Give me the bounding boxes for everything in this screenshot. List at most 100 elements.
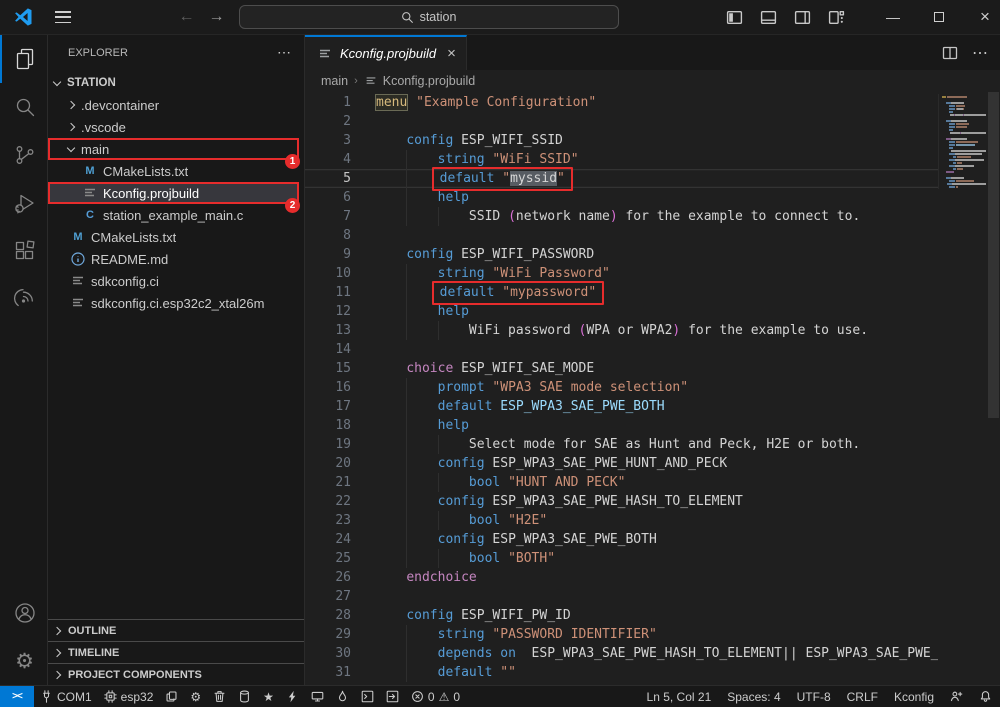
- code-line-20[interactable]: 20 config ESP_WPA3_SAE_PWE_HUNT_AND_PECK: [305, 454, 938, 473]
- line-number: 28: [305, 606, 375, 625]
- build-button[interactable]: [232, 686, 257, 707]
- code-line-14[interactable]: 14: [305, 340, 938, 359]
- account-icon[interactable]: [0, 589, 47, 637]
- select-flash-button[interactable]: ★: [257, 686, 280, 707]
- customize-layout-icon[interactable]: [828, 9, 845, 26]
- explorer-item-station[interactable]: STATION: [48, 72, 299, 94]
- menu-icon[interactable]: [55, 11, 71, 23]
- code-line-1[interactable]: 1menu "Example Configuration": [305, 93, 938, 112]
- code-line-5[interactable]: 5 default "myssid": [305, 169, 938, 188]
- minimize-button[interactable]: —: [878, 9, 908, 25]
- explorer-item-readme-md[interactable]: README.md: [48, 248, 299, 270]
- forward-icon[interactable]: →: [209, 9, 225, 25]
- espressif-idf-tab-icon[interactable]: [0, 275, 47, 323]
- code-line-15[interactable]: 15 choice ESP_WIFI_SAE_MODE: [305, 359, 938, 378]
- notifications-bell-icon[interactable]: [971, 686, 1000, 707]
- explorer-item-kconfig-projbuild[interactable]: Kconfig.projbuild2: [48, 182, 299, 204]
- split-editor-icon[interactable]: [942, 45, 958, 61]
- code-line-17[interactable]: 17 default ESP_WPA3_SAE_PWE_BOTH: [305, 397, 938, 416]
- explorer-item-sdkconfig-ci[interactable]: sdkconfig.ci: [48, 270, 299, 292]
- explorer-tab-icon[interactable]: [0, 35, 47, 83]
- code-line-9[interactable]: 9 config ESP_WIFI_PASSWORD: [305, 245, 938, 264]
- explorer-item--vscode[interactable]: .vscode: [48, 116, 299, 138]
- explorer-item-cmakelists-txt[interactable]: MCMakeLists.txt: [48, 160, 299, 182]
- explorer-item-cmakelists-txt[interactable]: MCMakeLists.txt: [48, 226, 299, 248]
- toggle-panel-icon[interactable]: [760, 9, 777, 26]
- monitor-device-button[interactable]: [305, 686, 330, 707]
- code-line-25[interactable]: 25 bool "BOTH": [305, 549, 938, 568]
- code-line-24[interactable]: 24 config ESP_WPA3_SAE_PWE_BOTH: [305, 530, 938, 549]
- device-target-item[interactable]: esp32: [98, 686, 160, 707]
- explorer-item-station-example-main-c[interactable]: Cstation_example_main.c: [48, 204, 299, 226]
- settings-gear-icon[interactable]: ⚙: [0, 637, 47, 685]
- flash-device-button[interactable]: [280, 686, 305, 707]
- erase-flash-button[interactable]: [330, 686, 355, 707]
- code-line-31[interactable]: 31 default "": [305, 663, 938, 682]
- editor-scrollbar[interactable]: [987, 92, 1000, 685]
- toggle-secondary-sidebar-icon[interactable]: [794, 9, 811, 26]
- code-line-16[interactable]: 16 prompt "WPA3 SAE mode selection": [305, 378, 938, 397]
- explorer-item-sdkconfig-ci-esp32c2-xtal26m[interactable]: sdkconfig.ci.esp32c2_xtal26m: [48, 292, 299, 314]
- code-line-7[interactable]: 7 SSID (network name) for the example to…: [305, 207, 938, 226]
- remote-indicator[interactable]: ><: [0, 686, 34, 707]
- code-editor[interactable]: 1menu "Example Configuration"23 config E…: [305, 92, 1000, 685]
- search-tab-icon[interactable]: [0, 83, 47, 131]
- language-mode-item[interactable]: Kconfig: [886, 686, 942, 707]
- annotation-badge-1: 1: [285, 154, 300, 169]
- tab-bar: Kconfig.projbuild × ⋯: [305, 35, 1000, 70]
- code-line-2[interactable]: 2: [305, 112, 938, 131]
- code-line-18[interactable]: 18 help: [305, 416, 938, 435]
- tab-kconfig-projbuild[interactable]: Kconfig.projbuild ×: [305, 35, 467, 70]
- code-line-21[interactable]: 21 bool "HUNT AND PECK": [305, 473, 938, 492]
- explorer-item--devcontainer[interactable]: .devcontainer: [48, 94, 299, 116]
- source-control-tab-icon[interactable]: [0, 131, 47, 179]
- cursor-position-item[interactable]: Ln 5, Col 21: [639, 686, 720, 707]
- feedback-icon[interactable]: [942, 686, 971, 707]
- search-input[interactable]: station: [239, 5, 619, 29]
- code-line-19[interactable]: 19 Select mode for SAE as Hunt and Peck,…: [305, 435, 938, 454]
- timeline-section[interactable]: TIMELINE: [48, 641, 304, 663]
- code-line-28[interactable]: 28 config ESP_WIFI_PW_ID: [305, 606, 938, 625]
- terminal-button[interactable]: [355, 686, 380, 707]
- code-line-8[interactable]: 8: [305, 226, 938, 245]
- explorer-sidebar: EXPLORER ⋯ STATION.devcontainer.vscodema…: [48, 35, 305, 685]
- flash-method-button[interactable]: [159, 686, 184, 707]
- tab-close-icon[interactable]: ×: [447, 45, 456, 62]
- problems-item[interactable]: 0 ⚠ 0: [405, 686, 466, 707]
- maximize-button[interactable]: [924, 9, 954, 25]
- code-line-23[interactable]: 23 bool "H2E": [305, 511, 938, 530]
- explorer-actions-icon[interactable]: ⋯: [277, 44, 292, 61]
- eol-item[interactable]: CRLF: [839, 686, 886, 707]
- code-line-6[interactable]: 6 help: [305, 188, 938, 207]
- breadcrumb[interactable]: main › Kconfig.projbuild: [305, 70, 1000, 92]
- toggle-primary-sidebar-icon[interactable]: [726, 9, 743, 26]
- code-line-10[interactable]: 10 string "WiFi Password": [305, 264, 938, 283]
- code-line-4[interactable]: 4 string "WiFi SSID": [305, 150, 938, 169]
- code-line-22[interactable]: 22 config ESP_WPA3_SAE_PWE_HASH_TO_ELEME…: [305, 492, 938, 511]
- indentation-item[interactable]: Spaces: 4: [719, 686, 788, 707]
- full-clean-button[interactable]: [207, 686, 232, 707]
- breadcrumb-file[interactable]: Kconfig.projbuild: [383, 74, 475, 88]
- code-line-11[interactable]: 11 default "mypassword": [305, 283, 938, 302]
- encoding-item[interactable]: UTF-8: [789, 686, 839, 707]
- outline-section[interactable]: OUTLINE: [48, 619, 304, 641]
- close-button[interactable]: ×: [970, 7, 1000, 27]
- minimap[interactable]: [938, 94, 986, 189]
- code-line-12[interactable]: 12 help: [305, 302, 938, 321]
- breadcrumb-folder[interactable]: main: [321, 74, 348, 88]
- explorer-item-main[interactable]: main1: [48, 138, 299, 160]
- project-components-section[interactable]: PROJECT COMPONENTS: [48, 663, 304, 685]
- code-line-13[interactable]: 13 WiFi password (WPA or WPA2) for the e…: [305, 321, 938, 340]
- code-line-27[interactable]: 27: [305, 587, 938, 606]
- code-line-29[interactable]: 29 string "PASSWORD IDENTIFIER": [305, 625, 938, 644]
- run-debug-tab-icon[interactable]: [0, 179, 47, 227]
- code-line-26[interactable]: 26 endchoice: [305, 568, 938, 587]
- editor-more-actions-icon[interactable]: ⋯: [972, 43, 988, 63]
- menuconfig-button[interactable]: ⚙: [184, 686, 207, 707]
- serial-port-item[interactable]: COM1: [34, 686, 98, 707]
- import-project-button[interactable]: [380, 686, 405, 707]
- back-icon[interactable]: ←: [179, 9, 195, 25]
- code-line-3[interactable]: 3 config ESP_WIFI_SSID: [305, 131, 938, 150]
- code-line-30[interactable]: 30 depends on ESP_WPA3_SAE_PWE_HASH_TO_E…: [305, 644, 938, 663]
- extensions-tab-icon[interactable]: [0, 227, 47, 275]
